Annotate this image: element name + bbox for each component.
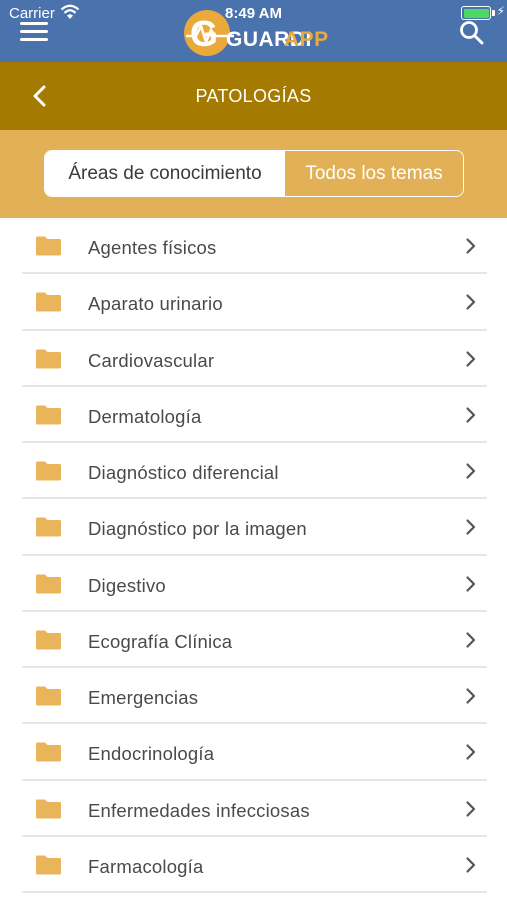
list-item-label: Ecografía Clínica xyxy=(88,630,233,652)
list-item[interactable]: Dermatología xyxy=(22,387,487,443)
charging-icon: ⚡ xyxy=(496,4,505,18)
folder-icon xyxy=(36,686,61,706)
folder-icon xyxy=(36,349,61,368)
chevron-right-icon xyxy=(466,632,476,648)
list-item-label: Farmacología xyxy=(88,855,204,877)
list-item-label: Aparato urinario xyxy=(88,293,223,315)
list-item[interactable]: Enfermedades infecciosas xyxy=(22,781,487,837)
list-item[interactable]: Emergencias xyxy=(22,668,487,725)
list-item-label: Enfermedades infecciosas xyxy=(88,799,310,821)
search-icon[interactable] xyxy=(459,20,485,46)
folder-icon xyxy=(36,855,61,875)
folder-icon xyxy=(36,799,61,818)
folder-icon xyxy=(36,574,61,593)
list-item-label: Digestivo xyxy=(88,574,166,596)
folder-icon xyxy=(36,517,61,537)
chevron-right-icon xyxy=(466,744,476,760)
list-item[interactable]: Agentes físicos xyxy=(22,218,487,275)
list-item[interactable]: Digestivo xyxy=(22,556,487,612)
battery-cap xyxy=(492,10,495,16)
topics-list: Agentes físicos Aparato urinario Cardiovas… xyxy=(22,218,487,893)
app-logo: G GUARDI APP xyxy=(184,8,329,58)
chevron-right-icon xyxy=(466,575,476,592)
list-item-label: Diagnóstico diferencial xyxy=(88,462,279,483)
list-item[interactable]: Diagnóstico por la imagen xyxy=(22,499,487,556)
list-item-label: Diagnóstico por la imagen xyxy=(88,518,307,540)
segment-bar: Áreas de conocimiento Todos los temas xyxy=(0,130,507,218)
list-item[interactable]: Ecografía Clínica xyxy=(22,612,487,668)
title-bar: PATOLOGÍAS xyxy=(0,62,507,130)
list-item[interactable]: Aparato urinario xyxy=(22,274,487,331)
chevron-right-icon xyxy=(466,857,476,873)
folder-icon xyxy=(36,742,61,762)
list-item[interactable]: Diagnóstico diferencial xyxy=(22,443,487,500)
segmented-control: Áreas de conocimiento Todos los temas xyxy=(44,150,464,197)
folder-icon xyxy=(36,461,61,481)
chevron-right-icon xyxy=(466,519,476,535)
chevron-right-icon xyxy=(466,800,476,817)
list-item[interactable]: Endocrinología xyxy=(22,724,487,781)
folder-icon xyxy=(36,292,61,312)
hamburger-icon[interactable] xyxy=(20,22,48,44)
list-item-label: Dermatología xyxy=(88,405,202,427)
chevron-right-icon xyxy=(466,463,476,479)
list-item-label: Agentes físicos xyxy=(88,237,217,258)
chevron-right-icon xyxy=(466,407,476,423)
folder-icon xyxy=(36,405,61,425)
list-item-label: Cardiovascular xyxy=(88,349,215,371)
chevron-right-icon xyxy=(466,294,476,310)
chevron-right-icon xyxy=(466,350,476,367)
folder-icon xyxy=(36,630,61,650)
folder-icon xyxy=(36,236,61,256)
list-item-label: Endocrinología xyxy=(88,743,215,765)
list-item[interactable]: Farmacología xyxy=(22,837,487,893)
page-title: PATOLOGÍAS xyxy=(195,86,312,106)
list-item-label: Emergencias xyxy=(88,687,199,708)
app-bar: Carrier 8:49 AM ⚡ G GUARDI APP xyxy=(0,0,507,62)
list-item[interactable]: Cardiovascular xyxy=(22,331,487,387)
battery-icon xyxy=(461,6,491,20)
chevron-right-icon xyxy=(466,238,476,254)
tab-todos-los-temas[interactable]: Todos los temas xyxy=(285,151,463,196)
chevron-right-icon xyxy=(466,688,476,704)
tab-areas-de-conocimiento[interactable]: Áreas de conocimiento xyxy=(45,151,285,196)
logo-text-accent: APP xyxy=(284,28,329,51)
